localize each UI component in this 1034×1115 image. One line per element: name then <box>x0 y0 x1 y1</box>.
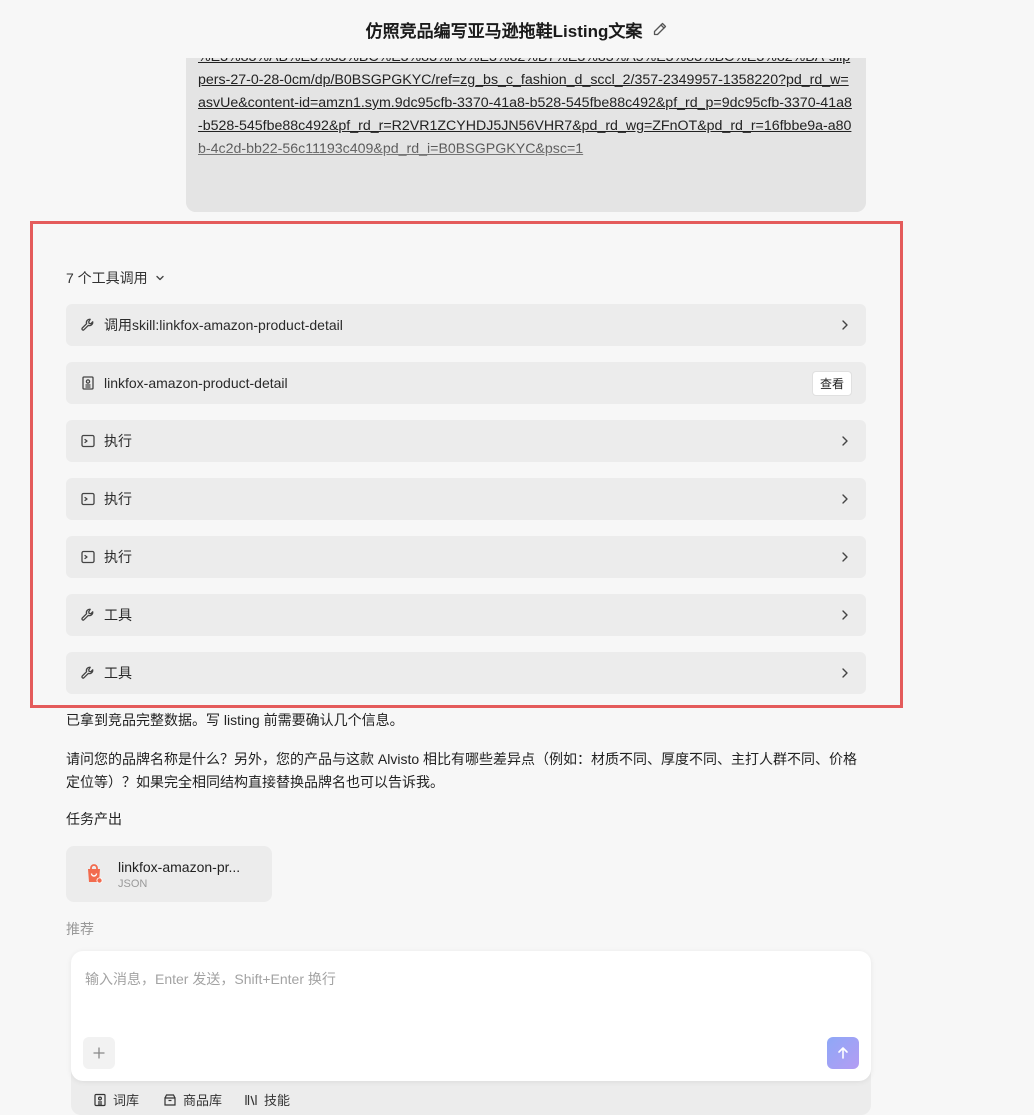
document-icon <box>80 375 96 391</box>
file-type: JSON <box>118 877 148 890</box>
bubble-fade-overlay <box>186 132 866 212</box>
user-message-bubble: %E3%83%AB%E3%83%BC%E3%83%A0%E3%82%B7%E3%… <box>186 38 866 212</box>
message-composer <box>71 951 871 1081</box>
assistant-message-line: 已拿到竞品完整数据。写 listing 前需要确认几个信息。 <box>66 712 404 728</box>
tool-call-label: 执行 <box>104 433 132 449</box>
tool-call-label: 调用skill:linkfox-amazon-product-detail <box>104 317 343 333</box>
tool-call-row[interactable]: 调用skill:linkfox-amazon-product-detail <box>66 304 866 346</box>
send-button[interactable] <box>827 1037 859 1069</box>
tool-call-label: 执行 <box>104 491 132 507</box>
tool-call-label: 工具 <box>104 607 132 623</box>
wrench-icon <box>80 317 96 333</box>
word-library-icon <box>93 1093 107 1107</box>
tool-call-row[interactable]: 执行 <box>66 478 866 520</box>
view-button[interactable]: 查看 <box>811 370 852 396</box>
chat-header: 仿照竞品编写亚马逊拖鞋Listing文案 <box>0 0 1034 58</box>
file-info: linkfox-amazon-pr... JSON <box>118 859 258 890</box>
assistant-message-question: 请问您的品牌名称是什么？另外，您的产品与这款 Alvisto 相比有哪些差异点（… <box>66 751 858 790</box>
tool-call-label: 工具 <box>104 665 132 681</box>
chevron-right-icon <box>838 666 852 680</box>
tool-call-label: linkfox-amazon-product-detail <box>104 375 288 391</box>
tool-calls-count: 7 个工具调用 <box>66 270 148 286</box>
wrench-icon <box>80 607 96 623</box>
chevron-right-icon <box>838 550 852 564</box>
chevron-right-icon <box>838 608 852 622</box>
edit-pencil-icon[interactable] <box>652 21 668 37</box>
skills-icon <box>244 1093 258 1107</box>
tool-call-row[interactable]: 执行 <box>66 536 866 578</box>
product-library-label: 商品库 <box>183 1093 223 1108</box>
arrow-up-icon <box>836 1046 850 1060</box>
terminal-icon <box>80 549 96 565</box>
conversation-title: 仿照竞品编写亚马逊拖鞋Listing文案 <box>365 21 643 41</box>
product-library-icon <box>163 1093 177 1107</box>
shopping-bag-icon <box>82 862 106 886</box>
tool-call-row[interactable]: linkfox-amazon-product-detail 查看 <box>66 362 866 404</box>
tool-call-label: 执行 <box>104 549 132 565</box>
recommend-label: 推荐 <box>66 921 94 937</box>
tool-call-row[interactable]: 工具 <box>66 652 866 694</box>
chevron-right-icon <box>838 492 852 506</box>
message-input[interactable] <box>83 963 827 995</box>
terminal-icon <box>80 491 96 507</box>
word-library-label: 词库 <box>113 1093 140 1108</box>
terminal-icon <box>80 433 96 449</box>
task-output-heading: 任务产出 <box>66 811 122 827</box>
skills-button[interactable]: 技能 <box>244 1090 290 1109</box>
output-file-card[interactable]: linkfox-amazon-pr... JSON <box>66 846 272 902</box>
tool-calls-toggle[interactable]: 7 个工具调用 <box>66 268 166 288</box>
word-library-button[interactable]: 词库 <box>93 1090 139 1109</box>
skills-label: 技能 <box>264 1093 291 1108</box>
plus-icon <box>92 1046 106 1060</box>
wrench-icon <box>80 665 96 681</box>
chevron-right-icon <box>838 318 852 332</box>
product-library-button[interactable]: 商品库 <box>163 1090 222 1109</box>
file-name: linkfox-amazon-pr... <box>118 858 241 875</box>
tool-call-row[interactable]: 工具 <box>66 594 866 636</box>
chevron-down-icon <box>154 272 166 284</box>
tool-call-row[interactable]: 执行 <box>66 420 866 462</box>
add-attachment-button[interactable] <box>83 1037 115 1069</box>
chevron-right-icon <box>838 434 852 448</box>
